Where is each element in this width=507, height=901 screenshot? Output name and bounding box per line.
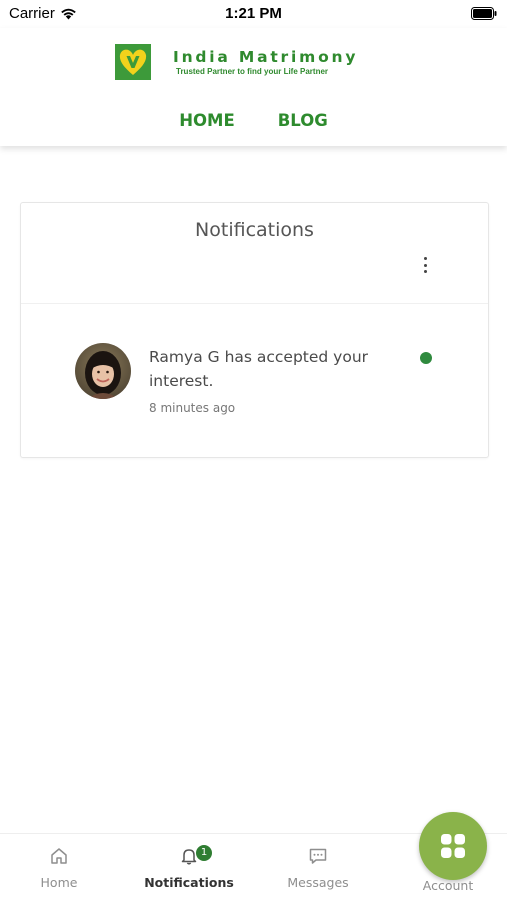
notifications-card: Notifications Ramya G has accepted your … xyxy=(20,202,489,458)
header-nav: HOME BLOG xyxy=(0,111,507,130)
grid-icon xyxy=(441,834,465,858)
tab-account-label: Account xyxy=(422,878,474,893)
tab-notifications[interactable]: 1 Notifications xyxy=(134,844,244,890)
tab-messages-label: Messages xyxy=(287,875,349,890)
home-icon xyxy=(51,848,67,864)
logo-mark-icon xyxy=(115,44,151,80)
app-header: India Matrimony Trusted Partner to find … xyxy=(0,28,507,146)
notification-message: Ramya G has accepted your interest. xyxy=(149,348,369,390)
notification-badge: 1 xyxy=(196,845,212,861)
message-icon xyxy=(309,848,327,864)
tab-messages[interactable]: Messages xyxy=(263,844,373,890)
battery-icon xyxy=(471,7,497,20)
avatar xyxy=(75,343,131,399)
tab-home-label: Home xyxy=(40,875,78,890)
notification-time: 8 minutes ago xyxy=(149,401,236,415)
card-title: Notifications xyxy=(195,219,314,241)
status-time: 1:21 PM xyxy=(225,5,282,22)
tab-home[interactable]: Home xyxy=(4,844,114,890)
tab-notifications-label: Notifications xyxy=(144,875,234,890)
account-fab-button[interactable] xyxy=(419,812,487,880)
divider xyxy=(21,303,488,304)
nav-home-link[interactable]: HOME xyxy=(179,111,235,130)
brand-name: India Matrimony xyxy=(173,48,359,66)
brand-logo[interactable]: India Matrimony Trusted Partner to find … xyxy=(115,44,358,80)
brand-tagline: Trusted Partner to find your Life Partne… xyxy=(176,67,329,76)
more-options-icon[interactable] xyxy=(420,257,430,273)
notification-item[interactable]: Ramya G has accepted your interest. 8 mi… xyxy=(75,343,445,423)
unread-indicator xyxy=(420,352,432,364)
nav-blog-link[interactable]: BLOG xyxy=(278,111,328,130)
status-bar: Carrier 1:21 PM xyxy=(0,0,507,28)
